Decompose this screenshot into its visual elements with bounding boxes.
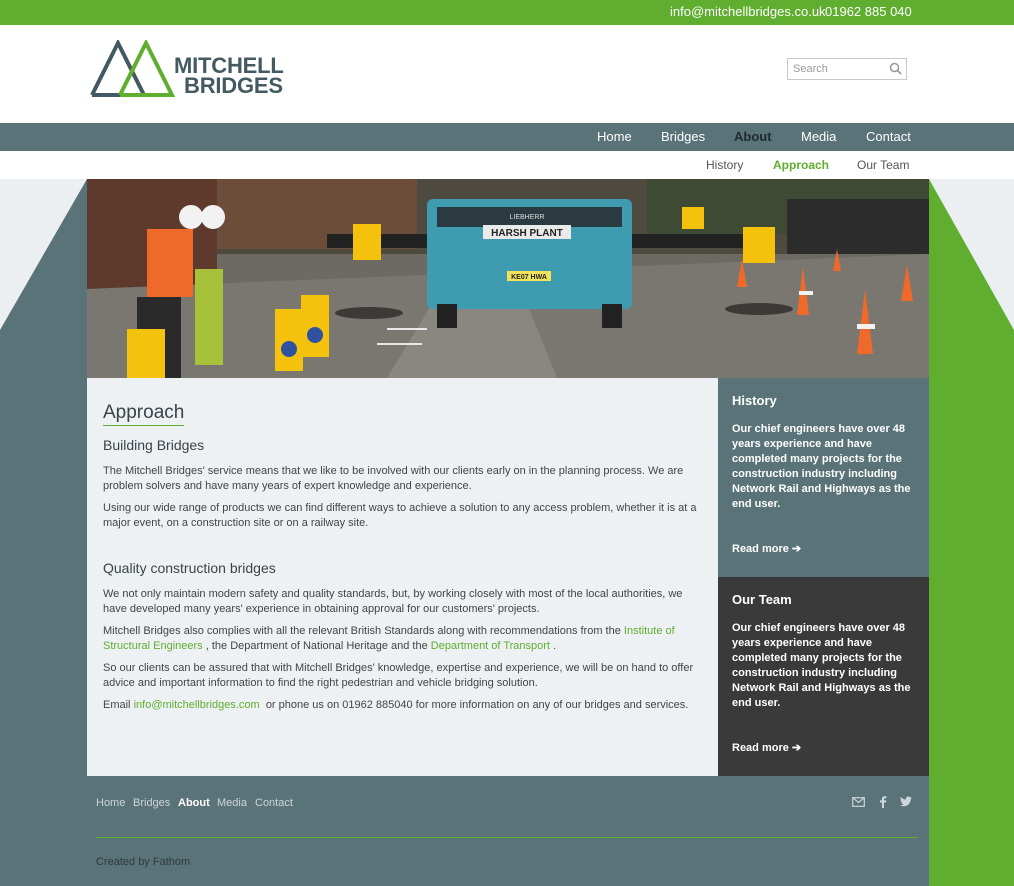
subnav-item-history[interactable]: History [706,158,743,172]
link-email[interactable]: info@mitchellbridges.com [134,699,260,711]
facebook-icon[interactable] [879,796,887,808]
read-more-link-our-team[interactable]: Read more ➔ [732,741,801,754]
footer-link-contact[interactable]: Contact [255,797,293,809]
section-heading-building-bridges: Building Bridges [103,437,205,453]
subnav-item-our-team[interactable]: Our Team [857,158,909,172]
footer-link-about[interactable]: About [178,797,210,809]
paragraph-4: Mitchell Bridges also complies with all … [103,624,698,654]
hero-truck-label: HARSH PLANT [491,228,563,239]
footer-link-media[interactable]: Media [217,797,247,809]
paragraph-1: The Mitchell Bridges' service means that… [103,465,684,492]
site-header: MITCHELL BRIDGES [0,25,1014,123]
footer-link-home[interactable]: Home [96,797,125,809]
paragraph-5: So our clients can be assured that with … [103,662,694,689]
main-content: Approach Building Bridges The Mitchell B… [87,378,718,776]
logo-wordmark[interactable]: MITCHELL BRIDGES [174,55,284,98]
email-icon[interactable] [852,796,865,808]
nav-item-home[interactable]: Home [597,129,632,144]
top-email-link[interactable]: info@mitchellbridges.co.uk [670,4,826,19]
paragraph-4-text-start: Mitchell Bridges also complies with all … [103,625,621,637]
search-icon[interactable] [889,62,902,75]
paragraph-4-text-end: . [553,640,557,652]
sidebar-panel-text: Our chief engineers have over 48 years e… [732,622,911,709]
footer-divider [96,837,918,838]
paragraph-6: Email info@mitchellbridges.com or phone … [103,698,698,713]
sidebar-panel-title: History [732,393,777,408]
hero-machine-label: LIEBHERR [509,214,544,221]
sidebar-panel-our-team: Our Team Our chief engineers have over 4… [718,577,929,776]
sidebar-panel-text: Our chief engineers have over 48 years e… [732,423,911,510]
sidebar-panel-history: History Our chief engineers have over 48… [718,378,929,577]
logo-line-2: BRIDGES [184,73,283,98]
twitter-icon[interactable] [900,796,912,807]
sidebar-panel-title: Our Team [732,592,792,607]
logo-mark-icon[interactable] [90,40,176,98]
nav-item-media[interactable]: Media [801,129,836,144]
paragraph-6-text-start: Email [103,699,131,711]
top-contact-bar: info@mitchellbridges.co.uk 01962 885 040 [0,0,1014,25]
top-phone-link[interactable]: 01962 885 040 [825,4,912,19]
page-title: Approach [103,402,185,426]
footer-link-bridges[interactable]: Bridges [133,797,170,809]
paragraph-6-text-end: or phone us on 01962 885040 for more inf… [265,699,689,711]
search-box [787,58,907,80]
search-input[interactable] [793,60,888,78]
subnav-item-approach[interactable]: Approach [773,158,829,172]
paragraph-3: We not only maintain modern safety and q… [103,588,683,615]
nav-item-contact[interactable]: Contact [866,129,911,144]
nav-item-bridges[interactable]: Bridges [661,129,705,144]
hero-image: HARSH PLANT LIEBHERR KE07 HWA [87,179,929,378]
paragraph-4-text-middle: , the Department of National Heritage an… [205,640,428,652]
section-heading-quality: Quality construction bridges [103,560,276,576]
paragraph-2: Using our wide range of products we can … [103,502,697,529]
link-department-of-transport[interactable]: Department of Transport [431,640,550,652]
hero-truck-plate: KE07 HWA [511,274,547,281]
footer-credit: Created by Fathom [96,856,191,868]
nav-item-about[interactable]: About [734,129,772,144]
main-nav: Home Bridges About Media Contact [0,123,1014,151]
sub-nav: History Approach Our Team [0,151,1014,179]
read-more-link-history[interactable]: Read more ➔ [732,542,801,555]
